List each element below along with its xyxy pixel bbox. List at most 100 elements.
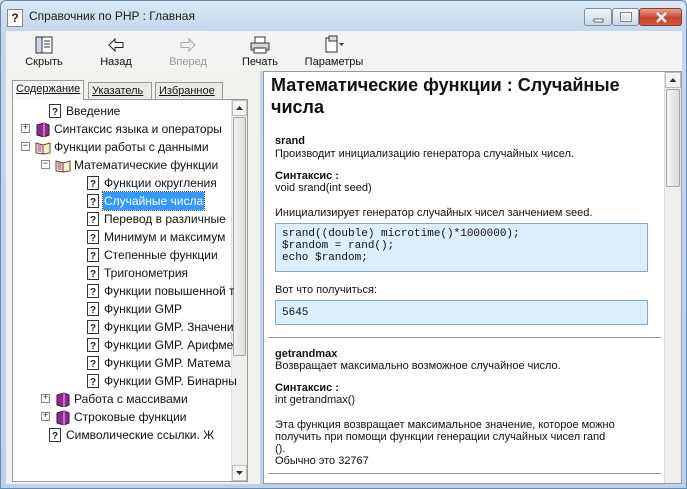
- tree-item-label: Математические функции: [74, 158, 219, 172]
- topic-scrollbar[interactable]: [664, 72, 681, 483]
- tree-item-label: Функции GMP. Матема: [104, 356, 231, 370]
- tree-item[interactable]: ? Функции GMP. Значени: [13, 318, 234, 336]
- tree-item[interactable]: ? Функции GMP. Бинарны: [13, 372, 237, 390]
- tree-item[interactable]: ? Введение: [13, 102, 233, 120]
- close-button[interactable]: [639, 8, 682, 26]
- back-button[interactable]: Назад: [86, 33, 146, 68]
- contents-tree: ? Введение + Синтаксис языка и операторы − Фу…: [12, 99, 248, 482]
- tree-item[interactable]: + Синтаксис языка и операторы: [13, 120, 233, 138]
- help-page-icon: ?: [49, 104, 61, 118]
- tree-item[interactable]: ? Случайные числа: [13, 191, 233, 211]
- help-page-icon: ?: [87, 230, 99, 244]
- syntax-text: int getrandmax(): [275, 394, 356, 406]
- tree-item[interactable]: ? Функции повышенной т: [13, 282, 235, 300]
- svg-text:?: ?: [52, 107, 58, 118]
- help-page-icon: ?: [87, 266, 99, 280]
- options-button[interactable]: Параметры: [302, 33, 366, 68]
- tree-item[interactable]: + Строковые функции: [13, 408, 233, 426]
- body-text: ().: [275, 443, 286, 455]
- tree-item[interactable]: ? Функции GMP: [13, 300, 233, 318]
- book-closed-icon: [36, 122, 50, 137]
- help-page-icon: ?: [87, 374, 99, 388]
- syntax-label: Синтаксис :: [275, 382, 339, 394]
- minimize-button[interactable]: [584, 8, 612, 26]
- print-button[interactable]: Печать: [230, 33, 290, 68]
- back-arrow-icon: [108, 37, 124, 53]
- svg-text:?: ?: [90, 323, 96, 334]
- scroll-thumb[interactable]: [233, 117, 246, 356]
- function-description: Возвращает максимально возможное случайн…: [275, 360, 561, 372]
- help-app-icon: ?: [7, 9, 23, 27]
- tree-item[interactable]: ? Минимум и максимум: [13, 228, 233, 246]
- help-page-icon: ?: [87, 356, 99, 370]
- tree-item[interactable]: − Математические функции: [13, 156, 233, 174]
- section-divider: [268, 473, 661, 474]
- hide-pane-icon: [35, 36, 53, 54]
- tree-item[interactable]: ? Символические ссылки. Ж: [13, 426, 233, 444]
- help-page-icon: ?: [87, 302, 99, 316]
- scroll-up-button[interactable]: [232, 100, 247, 116]
- window-title: Справочник по PHP : Главная: [29, 9, 195, 23]
- body-text: Обычно это 32767: [275, 455, 369, 467]
- tree-item-label: Работа с массивами: [74, 392, 188, 406]
- tree-item[interactable]: ? Тригонометрия: [13, 264, 233, 282]
- collapse-icon[interactable]: −: [41, 160, 50, 169]
- tree-item[interactable]: ? Функции GMP. Арифме: [13, 336, 233, 354]
- tab-favorites[interactable]: Избранное: [155, 82, 223, 99]
- tab-contents[interactable]: Содержание: [12, 80, 84, 100]
- forward-button[interactable]: Вперед: [158, 33, 218, 68]
- tree-item-label: Символические ссылки. Ж: [66, 428, 215, 442]
- book-closed-icon: [56, 410, 70, 425]
- tab-index[interactable]: Указатель: [88, 82, 152, 99]
- help-page-icon: ?: [87, 248, 99, 262]
- help-page-icon: ?: [87, 338, 99, 352]
- tree-item[interactable]: ? Степенные функции: [13, 246, 233, 264]
- help-window: ? Справочник по PHP : Главная Скрыть Наз…: [0, 0, 687, 489]
- svg-text:?: ?: [90, 305, 96, 316]
- tree-item[interactable]: + Работа с массивами: [13, 390, 233, 408]
- arrow-up-icon: [669, 78, 677, 82]
- title-bar[interactable]: ? Справочник по PHP : Главная: [1, 1, 686, 31]
- book-closed-icon: [56, 392, 70, 407]
- result-box: 5645: [275, 300, 648, 325]
- result-label: Вот что получиться:: [275, 284, 378, 296]
- collapse-icon[interactable]: −: [21, 142, 30, 151]
- scroll-down-button[interactable]: [232, 465, 247, 481]
- svg-text:?: ?: [90, 233, 96, 244]
- tree-item[interactable]: ? Перевод в различные: [13, 210, 233, 228]
- scroll-thumb[interactable]: [666, 89, 680, 187]
- maximize-button[interactable]: [612, 8, 639, 26]
- tree-item-label: Функции повышенной т: [104, 284, 235, 298]
- body-text: Эта функция возвращает максимальное знач…: [275, 419, 615, 431]
- tree-item[interactable]: ? Функции округления: [13, 174, 233, 192]
- function-name: getrandmax: [275, 348, 338, 360]
- tree-item-label: Функции GMP. Арифме: [104, 338, 234, 352]
- tree-item-label: Степенные функции: [104, 248, 218, 262]
- body-text: Инициализирует генератор случайных чисел…: [275, 207, 593, 219]
- svg-text:?: ?: [90, 215, 96, 226]
- arrow-down-icon: [236, 471, 243, 475]
- svg-text:?: ?: [90, 359, 96, 370]
- topic-title: Математические функции : Случайные числа: [271, 75, 620, 117]
- hide-button[interactable]: Скрыть: [14, 33, 74, 68]
- help-page-icon: ?: [87, 284, 99, 298]
- expand-icon[interactable]: +: [41, 412, 50, 421]
- toolbar: Скрыть Назад Вперед Печать Параметры: [6, 31, 682, 71]
- section-divider: [268, 337, 661, 338]
- scroll-up-button[interactable]: [665, 72, 681, 88]
- svg-text:?: ?: [52, 431, 58, 442]
- expand-icon[interactable]: +: [41, 394, 50, 403]
- syntax-text: void srand(int seed): [275, 182, 372, 194]
- syntax-label: Синтаксис :: [275, 170, 339, 182]
- help-page-icon: ?: [87, 194, 99, 208]
- tree-item-label: Тригонометрия: [104, 266, 189, 280]
- tree-item[interactable]: − Функции работы с данными: [13, 138, 233, 156]
- tree-item-label: Функции округления: [104, 176, 217, 190]
- maximize-icon: [620, 12, 632, 22]
- topic-content: Математические функции : Случайные числа…: [264, 72, 665, 483]
- tree-item-label: Минимум и максимум: [104, 230, 226, 244]
- help-page-icon: ?: [87, 176, 99, 190]
- minimize-icon: [593, 18, 604, 23]
- expand-icon[interactable]: +: [21, 124, 30, 133]
- tree-item[interactable]: ? Функции GMP. Матема: [13, 354, 233, 372]
